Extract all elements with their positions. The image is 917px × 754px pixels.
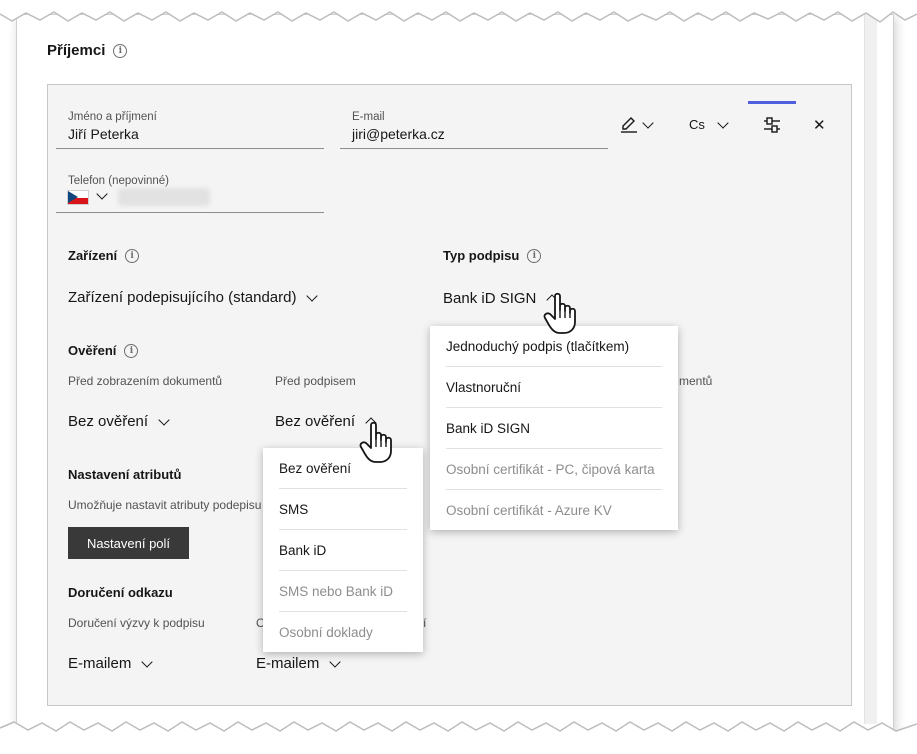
invite-delivery-select-value: E-mailem — [68, 655, 132, 672]
czech-flag-icon[interactable] — [67, 190, 89, 205]
invite-delivery-label: Doručení výzvy k podpisu — [68, 616, 205, 630]
before-view-select-value: Bez ověření — [68, 413, 149, 430]
second-delivery-select-value: E-mailem — [256, 655, 320, 672]
before-view-select[interactable]: Bez ověření — [68, 413, 170, 430]
close-button[interactable]: ✕ — [813, 116, 826, 134]
chevron-down-icon — [158, 413, 170, 426]
chevron-down-icon — [306, 289, 319, 302]
recipient-card-header — [48, 85, 851, 229]
verification-option[interactable]: SMS — [279, 502, 308, 517]
menu-divider — [446, 366, 662, 367]
signature-type-select[interactable]: Bank iD SIGN — [443, 290, 559, 307]
after-sign-label-fragment: mentů — [679, 374, 713, 388]
menu-divider — [446, 489, 662, 490]
name-field[interactable]: Jiří Peterka — [68, 126, 139, 142]
attributes-description: Umožňuje nastavit atributy podepisu — [68, 498, 262, 512]
verification-option-disabled: SMS nebo Bank iD — [279, 584, 394, 599]
email-field-label: E-mail — [352, 111, 385, 123]
chevron-down-icon — [717, 116, 729, 129]
menu-divider — [446, 448, 662, 449]
info-icon[interactable]: i — [124, 343, 139, 358]
before-sign-select-value: Bez ověření — [275, 413, 356, 430]
device-select[interactable]: Zařízení podepisujícího (standard) — [68, 289, 319, 306]
signature-type-option[interactable]: Bank iD SIGN — [446, 421, 530, 436]
settings-button[interactable] — [763, 115, 781, 135]
language-code: Cs — [689, 117, 705, 132]
before-sign-label: Před podpisem — [275, 374, 356, 388]
chevron-down-icon — [329, 655, 342, 668]
name-field-underline — [56, 148, 324, 149]
phone-field-underline — [56, 212, 324, 213]
info-icon[interactable]: i — [113, 43, 128, 58]
menu-divider — [446, 407, 662, 408]
section-title-text: Příjemci — [47, 42, 106, 59]
email-field-underline — [340, 148, 608, 149]
chevron-down-icon — [141, 655, 154, 668]
signature-type-option-disabled: Osobní certifikát - Azure KV — [446, 503, 612, 518]
signature-type-option[interactable]: Vlastnoruční — [446, 380, 521, 395]
phone-field-label: Telefon (nepovinné) — [68, 175, 170, 187]
menu-divider — [279, 570, 407, 571]
torn-edge-top — [0, 0, 917, 23]
menu-divider — [279, 611, 407, 612]
verification-option[interactable]: Bez ověření — [279, 461, 351, 476]
verification-heading-text: Ověření — [68, 343, 117, 358]
delivery-heading: Doručení odkazu — [68, 585, 173, 600]
signature-type-option-disabled: Osobní certifikát - PC, čipová karta — [446, 462, 655, 477]
email-field[interactable]: jiri@peterka.cz — [352, 126, 445, 142]
invite-delivery-select[interactable]: E-mailem — [68, 655, 154, 672]
hand-pointer-icon — [359, 421, 392, 463]
menu-divider — [279, 488, 407, 489]
second-delivery-select[interactable]: E-mailem — [256, 655, 342, 672]
field-settings-button[interactable]: Nastavení polí — [68, 527, 189, 559]
verification-dropdown-menu: Bez ověření SMS Bank iD SMS nebo Bank iD… — [263, 448, 423, 652]
device-select-value: Zařízení podepisujícího (standard) — [68, 289, 297, 306]
info-icon[interactable]: i — [125, 248, 140, 263]
signature-type-heading-text: Typ podpisu — [443, 248, 520, 263]
signature-type-option[interactable]: Jednoduchý podpis (tlačítkem) — [446, 339, 629, 354]
signature-type-dropdown-menu: Jednoduchý podpis (tlačítkem) Vlastnoruč… — [430, 326, 678, 530]
attributes-heading: Nastavení atributů — [68, 467, 182, 482]
active-tab-indicator — [748, 101, 796, 104]
edit-mode-dropdown[interactable] — [620, 117, 654, 133]
verification-option-disabled: Osobní doklady — [279, 625, 373, 640]
language-dropdown[interactable]: Cs — [689, 116, 729, 132]
signature-type-heading: Typ podpisu i — [443, 248, 542, 263]
verification-option[interactable]: Bank iD — [279, 543, 326, 558]
menu-divider — [279, 529, 407, 530]
torn-edge-bottom — [0, 721, 917, 754]
scrollbar[interactable] — [864, 14, 877, 724]
chevron-down-icon — [642, 117, 654, 129]
second-delivery-label-fragment-end: í — [423, 616, 427, 630]
phone-field[interactable] — [118, 188, 210, 206]
info-icon[interactable]: i — [527, 248, 542, 263]
close-icon: ✕ — [813, 117, 826, 134]
hand-pointer-icon — [543, 292, 576, 334]
before-view-label: Před zobrazením dokumentů — [68, 374, 223, 388]
pencil-icon — [621, 117, 637, 133]
device-heading: Zařízení i — [68, 248, 140, 263]
device-heading-text: Zařízení — [68, 248, 118, 263]
verification-heading: Ověření i — [68, 343, 139, 358]
signature-type-select-value: Bank iD SIGN — [443, 290, 537, 307]
section-title: Příjemci i — [47, 42, 128, 59]
sliders-icon — [764, 117, 780, 133]
name-field-label: Jméno a příjmení — [68, 111, 157, 123]
